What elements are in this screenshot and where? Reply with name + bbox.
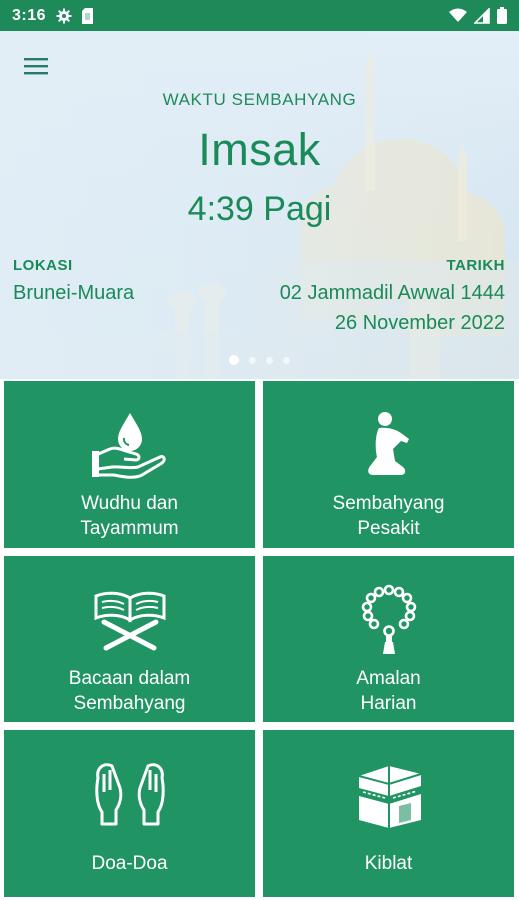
location-label: LOKASI xyxy=(13,257,73,274)
kaaba-icon xyxy=(358,766,421,828)
sim-card-icon xyxy=(82,7,94,24)
tile-label: Sembahyang Pesakit xyxy=(332,493,445,539)
tile-label: Kiblat xyxy=(364,853,413,874)
prayer-beads-icon xyxy=(361,584,416,654)
settings-gear-icon xyxy=(56,8,72,23)
carousel-indicator xyxy=(0,355,519,365)
hamburger-menu-icon[interactable] xyxy=(22,53,50,79)
menu-grid: Wudhu dan Tayammum Sembahyang Pesakit Ba… xyxy=(0,379,519,900)
carousel-dot[interactable] xyxy=(266,356,273,364)
carousel-dot[interactable] xyxy=(283,356,290,364)
quran-stand-icon xyxy=(94,591,165,651)
prayer-name: Imsak xyxy=(198,124,321,175)
gregorian-date: 26 November 2022 xyxy=(334,312,505,334)
tile-label: Wudhu dan Tayammum xyxy=(80,493,179,539)
carousel-dot[interactable] xyxy=(249,356,256,364)
wifi-icon xyxy=(449,8,467,22)
date-label: TARIKH xyxy=(446,257,505,274)
prayer-time: 4:39 Pagi xyxy=(187,190,332,228)
section-label: WAKTU SEMBAHYANG xyxy=(162,90,357,109)
tile-amalan-harian[interactable]: Amalan Harian xyxy=(263,556,514,722)
tile-label: Doa-Doa xyxy=(91,853,168,874)
status-time: 3:16 xyxy=(12,6,47,24)
tile-sembahyang-pesakit[interactable]: Sembahyang Pesakit xyxy=(263,381,514,548)
tile-label: Amalan Harian xyxy=(356,668,421,714)
hijri-date: 02 Jammadil Awwal 1444 xyxy=(279,282,505,304)
tile-kiblat[interactable]: Kiblat xyxy=(263,730,514,897)
praying-hands-icon xyxy=(94,763,165,826)
status-bar: 3:16 xyxy=(0,0,519,31)
signal-icon xyxy=(474,7,490,24)
location-value[interactable]: Brunei-Muara xyxy=(13,282,134,305)
battery-icon xyxy=(497,7,507,24)
hand-water-drop-icon xyxy=(91,413,166,479)
tile-label: Bacaan dalam Sembahyang xyxy=(68,668,191,714)
tile-doa-doa[interactable]: Doa-Doa xyxy=(4,730,255,897)
prayer-time-banner[interactable]: WAKTU SEMBAHYANG Imsak 4:39 Pagi LOKASI … xyxy=(0,31,519,379)
carousel-dot[interactable] xyxy=(229,355,239,365)
praying-person-icon xyxy=(367,412,409,475)
tile-bacaan-sembahyang[interactable]: Bacaan dalam Sembahyang xyxy=(4,556,255,722)
tile-wudhu-tayammum[interactable]: Wudhu dan Tayammum xyxy=(4,381,255,548)
